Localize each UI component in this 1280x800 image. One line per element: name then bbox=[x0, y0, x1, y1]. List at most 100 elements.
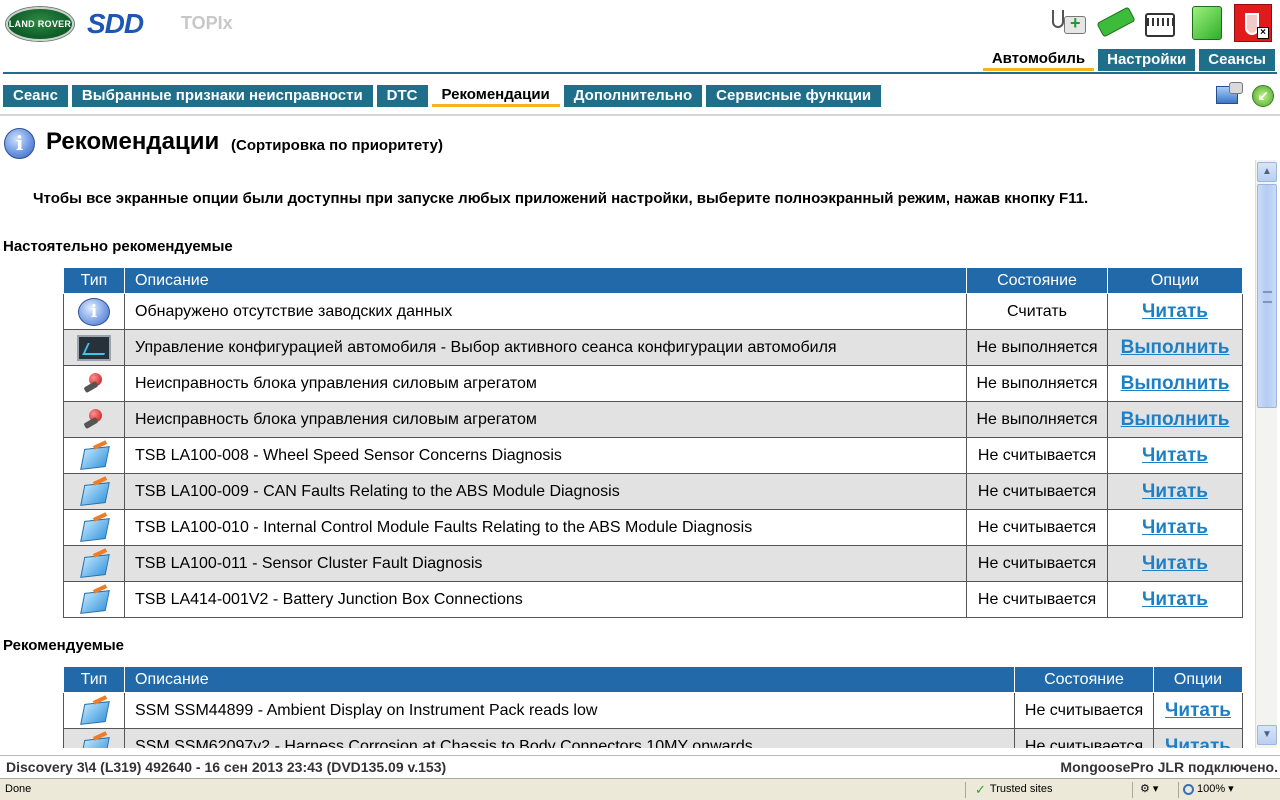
row-option-link[interactable]: Читать bbox=[1165, 700, 1231, 721]
row-description: SSM SSM62097v2 - Harness Corrosion at Ch… bbox=[124, 728, 1015, 748]
scroll-down-button[interactable]: ▼ bbox=[1257, 725, 1277, 745]
toolbar-icons: × bbox=[1050, 4, 1272, 42]
row-state: Считать bbox=[966, 293, 1108, 330]
column-state: Состояние bbox=[1014, 666, 1154, 693]
row-type bbox=[63, 401, 125, 438]
row-option-link[interactable]: Читать bbox=[1142, 517, 1208, 538]
recommendations-table-recommended: Тип Описание Состояние Опции SSM SSM4489… bbox=[63, 666, 1243, 748]
bulletin-icon bbox=[79, 698, 109, 724]
page-subtitle: (Сортировка по приоритету) bbox=[231, 137, 444, 154]
row-option-cell: Читать bbox=[1107, 545, 1243, 582]
zoom-control[interactable]: 100% ▾ bbox=[1183, 779, 1234, 800]
section-heading-strong: Настоятельно рекомендуемые bbox=[3, 238, 233, 255]
row-type bbox=[63, 581, 125, 618]
tab-service-functions[interactable]: Сервисные функции bbox=[706, 85, 882, 107]
pushpin-icon bbox=[79, 405, 109, 435]
tab-dtc[interactable]: DTC bbox=[376, 85, 428, 107]
land-rover-logo: LAND ROVER bbox=[6, 7, 74, 41]
chevron-down-icon: ▾ bbox=[1228, 783, 1234, 795]
row-option-cell: Выполнить bbox=[1107, 401, 1243, 438]
row-state: Не выполняется bbox=[966, 329, 1108, 366]
row-option-cell: Читать bbox=[1107, 293, 1243, 330]
table-row: Неисправность блока управления силовым а… bbox=[63, 401, 1243, 438]
tab-additional[interactable]: Дополнительно bbox=[563, 85, 703, 107]
protected-mode-icon[interactable]: ⚙ ▾ bbox=[1140, 779, 1158, 800]
row-option-link[interactable]: Читать bbox=[1165, 736, 1231, 749]
row-option-link[interactable]: Читать bbox=[1142, 589, 1208, 610]
row-option-link[interactable]: Выполнить bbox=[1121, 373, 1230, 394]
tab-recommendations[interactable]: Рекомендации bbox=[431, 85, 560, 107]
table-row: SSM SSM62097v2 - Harness Corrosion at Ch… bbox=[63, 728, 1243, 749]
row-type bbox=[63, 692, 125, 729]
tab-sessions[interactable]: Сеансы bbox=[1199, 49, 1275, 71]
top-tabs: Автомобиль Настройки Сеансы bbox=[982, 49, 1275, 71]
topix-logo: TOPIx bbox=[181, 13, 233, 33]
row-description: TSB LA100-010 - Internal Control Module … bbox=[124, 509, 967, 546]
checkmark-icon: ✓ bbox=[975, 782, 986, 797]
table-row: SSM SSM44899 - Ambient Display on Instru… bbox=[63, 692, 1243, 729]
magnifier-icon bbox=[1183, 784, 1194, 795]
row-option-link[interactable]: Читать bbox=[1142, 553, 1208, 574]
table-row: TSB LA100-009 - CAN Faults Relating to t… bbox=[63, 473, 1243, 510]
row-state: Не считывается bbox=[1014, 728, 1154, 748]
row-state: Не считывается bbox=[966, 581, 1108, 618]
bulletin-icon bbox=[79, 479, 109, 505]
row-option-cell: Читать bbox=[1107, 437, 1243, 474]
row-option-link[interactable]: Выполнить bbox=[1121, 409, 1230, 430]
tab-symptoms[interactable]: Выбранные признаки неисправности bbox=[71, 85, 373, 107]
table-row: TSB LA100-008 - Wheel Speed Sensor Conce… bbox=[63, 437, 1243, 474]
battery-icon[interactable] bbox=[1142, 4, 1180, 42]
row-option-cell: Выполнить bbox=[1107, 365, 1243, 402]
row-option-link[interactable]: Выполнить bbox=[1121, 337, 1230, 358]
table-row: Неисправность блока управления силовым а… bbox=[63, 365, 1243, 402]
row-description: Обнаружено отсутствие заводских данных bbox=[124, 293, 967, 330]
row-type: i bbox=[63, 293, 125, 330]
row-state: Не считывается bbox=[966, 473, 1108, 510]
table-row: TSB LA414-001V2 - Battery Junction Box C… bbox=[63, 581, 1243, 618]
security-zone: ✓ Trusted sites bbox=[975, 779, 1052, 800]
column-type: Тип bbox=[63, 267, 125, 294]
back-arrow-icon[interactable]: ↙ bbox=[1252, 85, 1274, 107]
row-description: TSB LA100-011 - Sensor Cluster Fault Dia… bbox=[124, 545, 967, 582]
green-panel-icon[interactable] bbox=[1188, 4, 1226, 42]
screenshot-camera-icon[interactable] bbox=[1214, 80, 1244, 110]
row-description: TSB LA414-001V2 - Battery Junction Box C… bbox=[124, 581, 967, 618]
tab-session[interactable]: Сеанс bbox=[3, 85, 68, 107]
stethoscope-icon[interactable] bbox=[1050, 4, 1088, 42]
table-row: TSB LA100-011 - Sensor Cluster Fault Dia… bbox=[63, 545, 1243, 582]
bulletin-icon bbox=[79, 587, 109, 613]
tab-settings[interactable]: Настройки bbox=[1098, 49, 1196, 71]
vertical-scrollbar[interactable]: ▲ ▼ bbox=[1255, 160, 1277, 748]
row-type bbox=[63, 545, 125, 582]
main-tabs: Сеанс Выбранные признаки неисправности D… bbox=[3, 85, 882, 107]
table-header-row: Тип Описание Состояние Опции bbox=[63, 666, 1243, 693]
table-row: i Обнаружено отсутствие заводских данных С… bbox=[63, 293, 1243, 330]
row-option-link[interactable]: Читать bbox=[1142, 481, 1208, 502]
info-icon: i bbox=[4, 128, 35, 159]
row-option-link[interactable]: Читать bbox=[1142, 445, 1208, 466]
session-footer: Discovery 3\4 (L319) 492640 - 16 сен 201… bbox=[0, 755, 1280, 777]
row-option-cell: Читать bbox=[1153, 692, 1243, 729]
scroll-up-button[interactable]: ▲ bbox=[1257, 162, 1277, 182]
row-option-link[interactable]: Читать bbox=[1142, 301, 1208, 322]
tabs-divider bbox=[0, 114, 1280, 116]
bulletin-icon bbox=[79, 734, 109, 749]
flask-close-icon[interactable]: × bbox=[1234, 4, 1272, 42]
row-description: SSM SSM44899 - Ambient Display on Instru… bbox=[124, 692, 1015, 729]
row-state: Не считывается bbox=[966, 509, 1108, 546]
vehicle-info: Discovery 3\4 (L319) 492640 - 16 сен 201… bbox=[6, 759, 447, 775]
land-rover-logo-text: LAND ROVER bbox=[8, 18, 72, 29]
row-type bbox=[63, 437, 125, 474]
bulletin-icon bbox=[79, 515, 109, 541]
bulletin-icon bbox=[79, 551, 109, 577]
row-description: Неисправность блока управления силовым а… bbox=[124, 365, 967, 402]
connection-status: MongoosePro JLR подключено. bbox=[1060, 759, 1278, 775]
row-type bbox=[63, 329, 125, 366]
row-state: Не считывается bbox=[966, 545, 1108, 582]
row-type bbox=[63, 365, 125, 402]
scroll-thumb[interactable] bbox=[1257, 184, 1277, 408]
cable-icon[interactable] bbox=[1096, 4, 1136, 42]
row-state: Не выполняется bbox=[966, 365, 1108, 402]
tab-vehicle[interactable]: Автомобиль bbox=[982, 49, 1095, 71]
column-state: Состояние bbox=[966, 267, 1108, 294]
